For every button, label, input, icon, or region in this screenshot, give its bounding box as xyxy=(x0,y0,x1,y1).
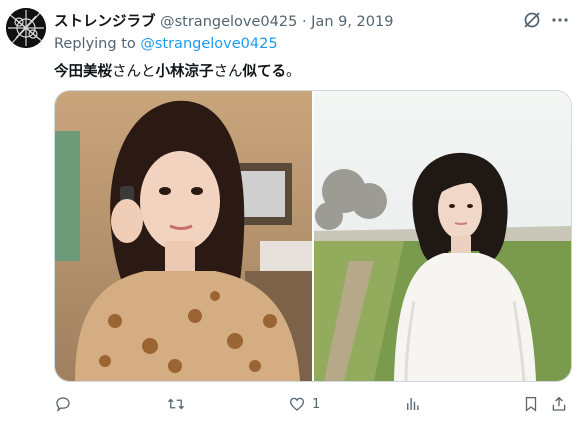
tweet-header: ストレンジラブ @strangelove0425 · Jan 9, 2019 xyxy=(54,10,570,32)
like-count: 1 xyxy=(312,396,321,412)
action-bar: 1 xyxy=(54,394,570,414)
display-name[interactable]: ストレンジラブ xyxy=(54,14,156,30)
more-dots-icon[interactable] xyxy=(550,10,570,30)
avatar-image xyxy=(6,8,46,48)
photo-right[interactable] xyxy=(314,91,571,381)
separator: · xyxy=(301,14,307,30)
replying-to: Replying to @strangelove0425 xyxy=(54,36,278,52)
bookmark-button[interactable] xyxy=(522,394,540,414)
tweet-date[interactable]: Jan 9, 2019 xyxy=(311,14,393,30)
text-period: 。 xyxy=(286,64,301,80)
replying-handle-link[interactable]: @strangelove0425 xyxy=(140,36,277,52)
heart-icon xyxy=(289,397,305,411)
like-button[interactable]: 1 xyxy=(288,394,320,414)
replying-label: Replying to xyxy=(54,36,136,52)
retweet-button[interactable] xyxy=(167,394,191,414)
photo-left[interactable] xyxy=(55,91,312,381)
share-button[interactable] xyxy=(550,394,568,414)
name-1: 今田美桜 xyxy=(54,64,112,80)
user-handle[interactable]: @strangelove0425 xyxy=(160,14,297,30)
name-2: 小林涼子 xyxy=(155,64,214,80)
text-ending: 似てる xyxy=(242,64,287,80)
bookmark-icon xyxy=(525,396,537,412)
grok-icon[interactable] xyxy=(522,10,542,30)
media-grid xyxy=(54,90,572,382)
text-part-1: さんと xyxy=(112,64,156,80)
avatar[interactable] xyxy=(6,8,46,48)
share-upload-icon xyxy=(552,396,566,411)
retweet-icon xyxy=(168,398,184,410)
reply-bubble-icon xyxy=(56,397,70,413)
views-button[interactable] xyxy=(404,394,428,414)
bar-chart-icon xyxy=(407,398,419,410)
reply-button[interactable] xyxy=(54,394,78,414)
text-part-2: さん xyxy=(213,64,243,80)
tweet-text: 今田美桜さんと小林涼子さん似てる。 xyxy=(54,60,301,81)
